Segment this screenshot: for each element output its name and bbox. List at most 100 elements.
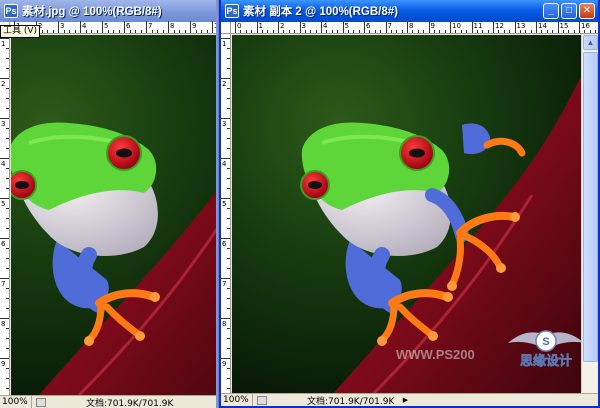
close-button[interactable]: ✕ [579, 3, 595, 19]
ruler-minor-tick [184, 30, 186, 33]
ruler-tick [0, 278, 9, 279]
vertical-ruler[interactable]: 1 2 3 4 5 6 7 8 9 [221, 34, 231, 393]
horizontal-ruler[interactable]: 0 1 2 3 4 5 6 7 8 9 10 11 12 13 14 15 16 [231, 21, 598, 34]
ruler-minor-tick [227, 148, 230, 149]
ruler-minor-tick [6, 168, 9, 169]
ruler-label: 8 [409, 22, 414, 30]
ruler-minor-tick [358, 30, 360, 33]
ruler-minor-tick [41, 30, 43, 33]
ruler-minor-tick [85, 30, 87, 33]
maximize-button[interactable]: □ [561, 3, 577, 19]
ruler-minor-tick [304, 30, 306, 33]
ruler-minor-tick [151, 30, 153, 33]
ruler-minor-tick [584, 30, 586, 33]
ruler-minor-tick [227, 68, 230, 69]
ruler-tick [0, 238, 9, 239]
ruler-tick [190, 21, 191, 33]
ruler-label: 4 [82, 22, 87, 30]
ruler-tick [364, 21, 365, 33]
minimize-icon: _ [548, 5, 554, 16]
ruler-minor-tick [353, 30, 355, 33]
status-menu-arrow-icon[interactable]: ▶ [400, 396, 410, 405]
status-bar: 100% 文档:701.9K/701.9K ▶ [221, 393, 598, 406]
ruler-tick [146, 21, 147, 33]
watermark-badge: 思缘设计 [520, 353, 572, 369]
ruler-label: 3 [60, 22, 65, 30]
ruler-tick [557, 21, 559, 33]
ruler-minor-tick [267, 30, 269, 33]
ruler-minor-tick [374, 30, 376, 33]
ruler-tick [221, 278, 230, 279]
ruler-tick [536, 21, 537, 33]
ruler-label: 8 [1, 320, 6, 328]
ruler-minor-tick [482, 30, 484, 33]
title-bar[interactable]: Ps 素材.jpg @ 100%(RGB/8#) [0, 0, 216, 22]
ruler-tick [385, 21, 387, 33]
navigator-icon[interactable] [36, 397, 46, 407]
ruler-minor-tick [227, 218, 230, 219]
ruler-minor-tick [113, 30, 114, 33]
ruler-origin[interactable] [221, 22, 231, 34]
ruler-minor-tick [460, 30, 462, 33]
ruler-minor-tick [227, 368, 230, 369]
ruler-label: 6 [1, 240, 6, 248]
horizontal-ruler[interactable]: 12345678910 [10, 21, 216, 34]
ruler-minor-tick [6, 188, 9, 189]
ruler-minor-tick [331, 30, 333, 33]
ruler-label: 2 [222, 80, 227, 88]
ruler-minor-tick [444, 30, 446, 33]
minimize-button[interactable]: _ [543, 3, 559, 19]
ruler-minor-tick [573, 30, 575, 33]
ruler-minor-tick [6, 128, 9, 129]
ruler-label: 1 [222, 40, 227, 48]
ruler-label: 3 [222, 120, 227, 128]
ruler-label: 5 [1, 200, 6, 208]
ruler-minor-tick [74, 30, 76, 33]
ruler-tick [102, 21, 103, 33]
ruler-label: 4 [222, 160, 227, 168]
ruler-minor-tick [315, 30, 317, 33]
frog-photo-cropped [11, 35, 216, 395]
zoom-level[interactable]: 100% [221, 394, 253, 406]
ruler-minor-tick [6, 388, 9, 389]
ruler-label: 15 [559, 22, 569, 30]
zoom-level[interactable]: 100% [0, 396, 32, 408]
ruler-minor-tick [6, 148, 9, 149]
ps-document-icon: Ps [4, 4, 18, 18]
document-window-left[interactable]: Ps 素材.jpg @ 100%(RGB/8#) 工具 (V) 1 2 3 4 5 6 7 8… [0, 0, 218, 408]
ruler-tick [58, 21, 59, 33]
navigator-icon[interactable] [257, 395, 267, 405]
ruler-minor-tick [91, 30, 92, 33]
image-canvas[interactable] [11, 35, 216, 395]
ruler-tick [278, 21, 279, 33]
vertical-ruler[interactable]: 1 2 3 4 5 6 7 8 9 [0, 34, 10, 395]
ruler-minor-tick [401, 30, 403, 33]
ruler-minor-tick [519, 30, 521, 33]
ruler-minor-tick [201, 30, 202, 33]
status-bar: 100% 文档:701.9K/701.9K [0, 395, 216, 408]
close-icon: ✕ [582, 5, 592, 16]
scroll-up-button[interactable]: ▲ [583, 35, 598, 50]
ruler-minor-tick [118, 30, 120, 33]
ruler-tick [221, 158, 230, 159]
arrow-up-icon: ▲ [586, 38, 595, 47]
ruler-minor-tick [227, 128, 230, 129]
document-size: 文档:701.9K/701.9K [307, 396, 395, 407]
ruler-minor-tick [525, 30, 527, 33]
ruler-minor-tick [417, 30, 419, 33]
ruler-label: 7 [387, 22, 392, 30]
ruler-minor-tick [568, 30, 570, 33]
ruler-label: 9 [222, 360, 227, 368]
ruler-minor-tick [6, 228, 9, 229]
watermark-url: WWW.PS200 [396, 347, 475, 362]
ruler-label: 4 [323, 22, 328, 30]
ruler-tick [579, 21, 580, 33]
ruler-label: 9 [192, 22, 197, 30]
ruler-tick [407, 21, 408, 33]
ruler-tick [0, 318, 9, 319]
ruler-minor-tick [6, 68, 9, 69]
scroll-thumb[interactable] [583, 52, 598, 362]
title-bar[interactable]: Ps 素材 副本 2 @ 100%(RGB/8#) _ □ ✕ [221, 0, 598, 22]
ruler-minor-tick [487, 30, 489, 33]
ruler-label: 9 [430, 22, 435, 30]
